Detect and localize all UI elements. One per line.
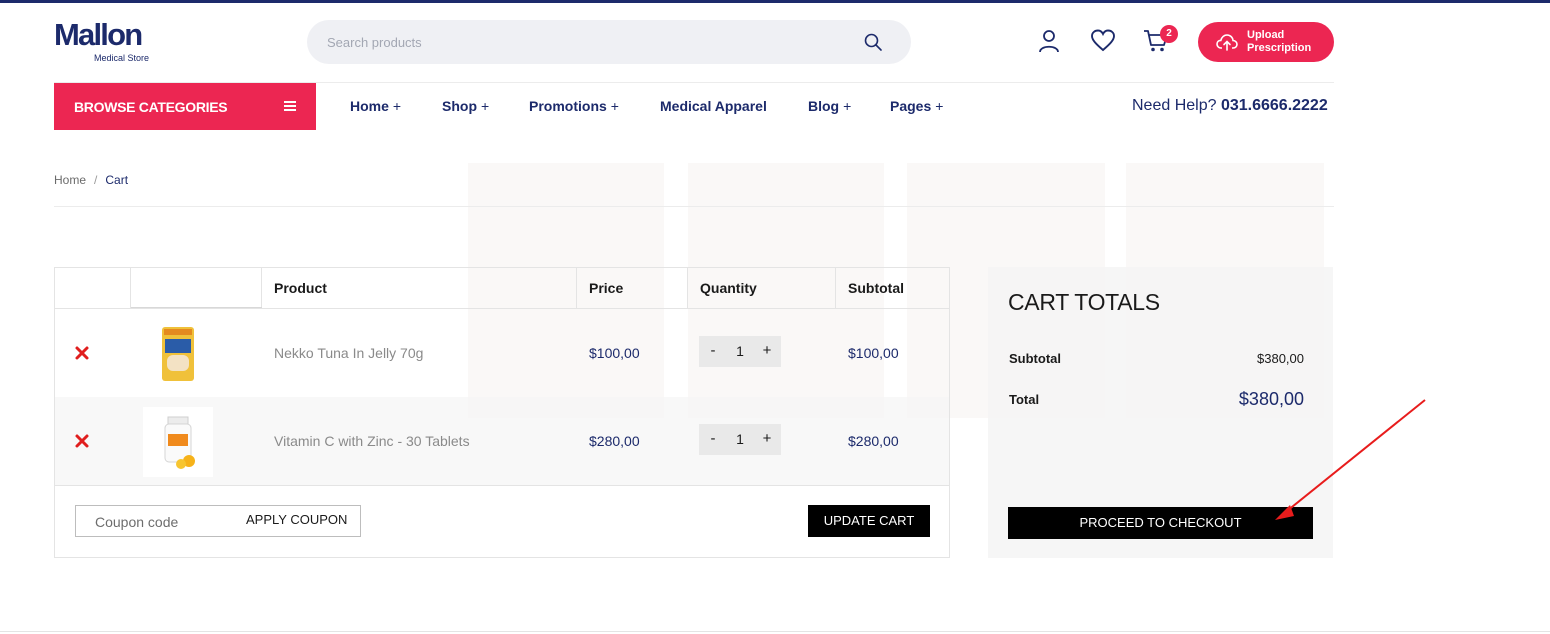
logo[interactable]: Mallon Medical Store [54, 18, 164, 66]
breadcrumb-current: Cart [105, 173, 129, 187]
help-text: Need Help? [1132, 97, 1217, 114]
totals-total-label: Total [1009, 392, 1040, 407]
totals-subtotal-label: Subtotal [1009, 351, 1061, 366]
nav-item-shop[interactable]: Shop + [442, 98, 489, 114]
hamburger-menu-icon [284, 101, 296, 111]
upload-prescription-button[interactable]: Upload Prescription [1198, 22, 1334, 62]
column-header-subtotal: Subtotal [848, 280, 904, 296]
column-header-thumbnail [131, 268, 262, 308]
proceed-to-checkout-button[interactable]: PROCEED TO CHECKOUT [1008, 507, 1313, 539]
item-price: $100,00 [589, 345, 640, 361]
quantity-stepper: - 1 + [699, 424, 781, 455]
coupon-form: APPLY COUPON [75, 505, 361, 537]
breadcrumb-divider [54, 206, 1334, 207]
nav-item-blog[interactable]: Blog + [808, 98, 851, 114]
browse-categories-button[interactable]: BROWSE CATEGORIES [54, 83, 316, 130]
logo-tagline: Medical Store [94, 53, 150, 63]
search-icon[interactable] [863, 32, 883, 52]
top-accent-line [0, 0, 1550, 3]
remove-item-icon[interactable] [74, 345, 90, 361]
annotation-arrow-icon [1275, 399, 1426, 520]
breadcrumb: Home / Cart [54, 173, 128, 187]
increase-quantity-button[interactable]: + [755, 424, 779, 455]
cart-row: Vitamin C with Zinc - 30 Tablets $280,00… [55, 397, 949, 485]
logo-wordmark: Mallon [54, 17, 143, 52]
quantity-stepper: - 1 + [699, 336, 781, 367]
search-bar [307, 20, 911, 64]
footer-divider [0, 631, 1550, 632]
nav-item-home[interactable]: Home + [350, 98, 401, 114]
search-input[interactable] [327, 33, 847, 51]
expand-plus-icon: + [843, 98, 852, 114]
breadcrumb-home-link[interactable]: Home [54, 173, 86, 187]
nav-item-pages[interactable]: Pages + [890, 98, 943, 114]
update-cart-button[interactable]: UPDATE CART [808, 505, 930, 537]
upload-prescription-label: Upload Prescription [1247, 29, 1312, 54]
cloud-upload-icon [1216, 34, 1238, 51]
decrease-quantity-button[interactable]: - [701, 424, 725, 455]
coupon-code-input[interactable] [95, 513, 235, 531]
item-price: $280,00 [589, 433, 640, 449]
nav-item-medical-apparel[interactable]: Medical Apparel [660, 98, 767, 114]
cart-row: Nekko Tuna In Jelly 70g $100,00 - 1 + $1… [55, 309, 949, 397]
product-name-link[interactable]: Vitamin C with Zinc - 30 Tablets [274, 433, 470, 449]
cart-table: Product Price Quantity Subtotal Nekko Tu… [54, 267, 950, 558]
column-header-quantity: Quantity [688, 268, 836, 308]
expand-plus-icon: + [935, 98, 944, 114]
browse-categories-label: BROWSE CATEGORIES [74, 99, 228, 115]
user-account-icon[interactable] [1036, 28, 1062, 54]
product-thumbnail-vitamin-bottle[interactable] [143, 407, 213, 477]
cart-count-badge: 2 [1160, 25, 1178, 43]
remove-item-icon[interactable] [74, 433, 90, 449]
help-contact[interactable]: Need Help? 031.6666.2222 [1132, 97, 1328, 115]
column-header-product: Product [262, 268, 577, 308]
increase-quantity-button[interactable]: + [755, 336, 779, 367]
row-divider [55, 485, 949, 486]
totals-subtotal-value: $380,00 [1257, 351, 1304, 366]
cart-totals-title: CART TOTALS [1008, 289, 1160, 315]
quantity-value[interactable]: 1 [727, 336, 753, 367]
wishlist-heart-icon[interactable] [1090, 28, 1116, 54]
column-header-price: Price [577, 268, 688, 308]
help-phone: 031.6666.2222 [1220, 97, 1328, 114]
item-subtotal: $100,00 [848, 345, 899, 361]
expand-plus-icon: + [481, 98, 490, 114]
item-subtotal: $280,00 [848, 433, 899, 449]
decrease-quantity-button[interactable]: - [701, 336, 725, 367]
column-header-remove [55, 268, 131, 308]
expand-plus-icon: + [610, 98, 619, 114]
product-thumbnail-tuna-pouch[interactable] [143, 319, 213, 389]
apply-coupon-button[interactable]: APPLY COUPON [246, 512, 347, 527]
quantity-value[interactable]: 1 [727, 424, 753, 455]
nav-item-promotions[interactable]: Promotions + [529, 98, 619, 114]
breadcrumb-separator: / [94, 173, 98, 187]
expand-plus-icon: + [392, 98, 402, 114]
product-name-link[interactable]: Nekko Tuna In Jelly 70g [274, 345, 423, 361]
